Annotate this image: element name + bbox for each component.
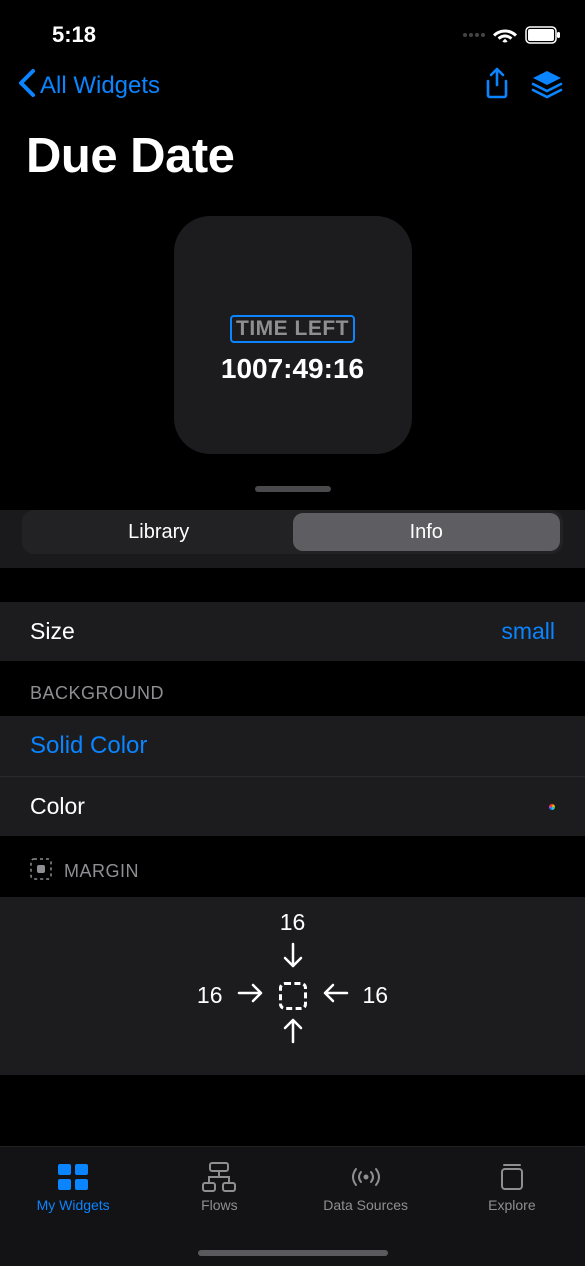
back-button[interactable]: All Widgets	[18, 69, 160, 104]
widget-preview-area: TIME LEFT 1007:49:16	[0, 184, 585, 474]
tab-label: Explore	[488, 1197, 535, 1213]
widget-preview[interactable]: TIME LEFT 1007:49:16	[174, 216, 412, 454]
margin-control[interactable]: 16 16 16	[0, 897, 585, 1075]
share-button[interactable]	[483, 67, 511, 106]
page-title: Due Date	[0, 116, 585, 184]
arrow-up-icon	[281, 1016, 305, 1049]
margin-header: MARGIN	[0, 836, 585, 897]
battery-icon	[525, 26, 561, 44]
status-right	[463, 26, 561, 44]
arrow-down-icon	[281, 942, 305, 975]
size-row[interactable]: Size small	[0, 602, 585, 661]
margin-left-value[interactable]: 16	[197, 982, 223, 1009]
margin-right-value[interactable]: 16	[363, 982, 389, 1009]
panel-grabber[interactable]	[0, 474, 585, 496]
margin-icon	[30, 858, 52, 885]
tab-bar: My Widgets Flows Data Sources Explore	[0, 1146, 585, 1266]
layers-button[interactable]	[531, 69, 563, 104]
margin-center-box-icon	[279, 982, 307, 1010]
segmented-control: Library Info	[22, 510, 563, 554]
background-header: BACKGROUND	[0, 661, 585, 716]
status-bar: 5:18	[0, 0, 585, 56]
margin-top-value[interactable]: 16	[280, 909, 306, 936]
nav-bar: All Widgets	[0, 56, 585, 116]
widget-label[interactable]: TIME LEFT	[230, 315, 355, 343]
widget-countdown: 1007:49:16	[221, 353, 364, 385]
size-label: Size	[30, 618, 75, 645]
color-swatch[interactable]	[549, 804, 555, 810]
cellular-dots-icon	[463, 33, 485, 37]
margin-header-label: MARGIN	[64, 861, 139, 882]
tab-label: Data Sources	[323, 1197, 408, 1213]
back-label: All Widgets	[40, 72, 160, 100]
tab-label: Flows	[201, 1197, 238, 1213]
settings-panel: Library Info Size small BACKGROUND Solid…	[0, 510, 585, 1075]
tab-explore[interactable]: Explore	[452, 1161, 572, 1266]
tab-info[interactable]: Info	[293, 513, 561, 551]
home-indicator[interactable]	[198, 1250, 388, 1256]
tab-library[interactable]: Library	[25, 513, 293, 551]
chevron-left-icon	[18, 69, 36, 104]
solid-color-label: Solid Color	[30, 732, 147, 760]
wifi-icon	[493, 26, 517, 44]
spacer	[0, 568, 585, 602]
clock-label: 5:18	[52, 22, 96, 48]
arrow-right-icon	[237, 981, 265, 1010]
tab-my-widgets[interactable]: My Widgets	[13, 1161, 133, 1266]
arrow-left-icon	[321, 981, 349, 1010]
color-row[interactable]: Color	[0, 776, 585, 836]
background-mode-row[interactable]: Solid Color	[0, 716, 585, 776]
size-value: small	[501, 618, 555, 645]
color-label: Color	[30, 793, 85, 820]
tab-label: My Widgets	[37, 1197, 110, 1213]
